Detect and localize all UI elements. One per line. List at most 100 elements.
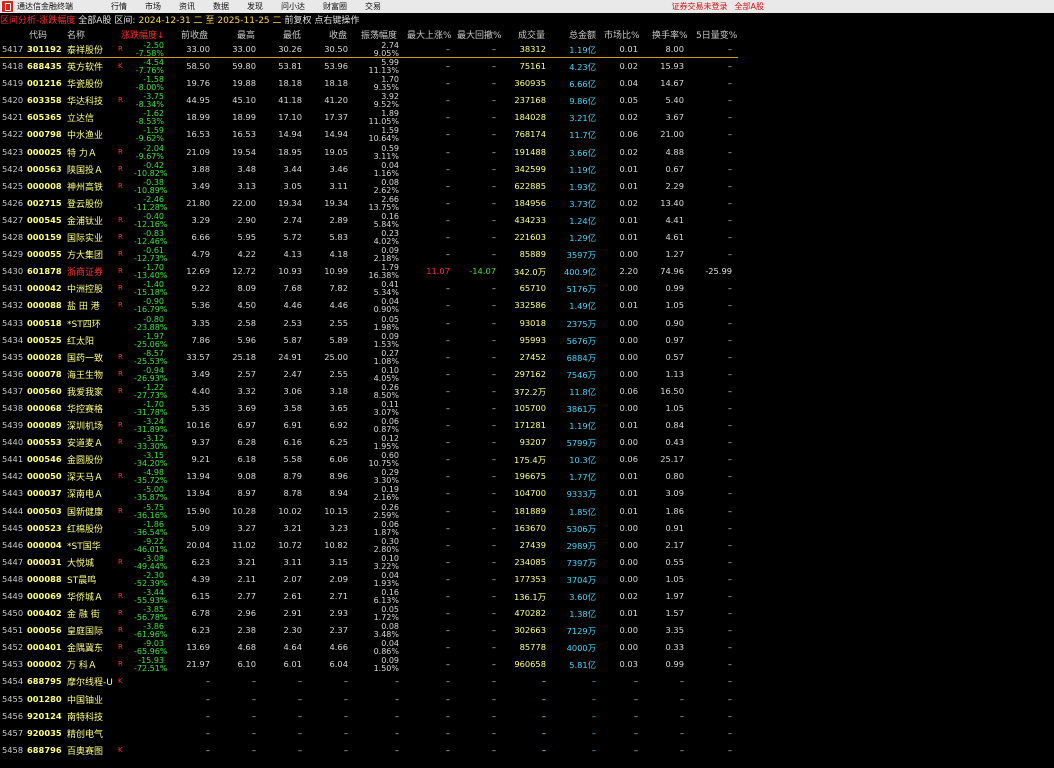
col-name[interactable]: 名称 <box>67 28 85 41</box>
table-row[interactable]: 5436 000078 海王生物 R 3.49 2.57 2.47 2.55 – – 297162 7… <box>0 366 738 383</box>
col-amount[interactable]: 总金额 <box>569 28 596 41</box>
close-price: 5.83 <box>329 232 348 243</box>
col-turnover[interactable]: 换手率% <box>652 28 688 41</box>
stock-name: 海王生物 <box>67 370 104 381</box>
low-price: 53.81 <box>278 61 302 72</box>
prev-close: 7.86 <box>191 334 210 345</box>
stock-flag: R <box>118 660 123 669</box>
analysis-date-range[interactable]: 2024-12-31 二 至 2025-11-25 二 <box>138 13 281 26</box>
table-row[interactable]: 5448 000088 ST晨鸣 4.39 2.11 2.07 2.09 – – 177353 37… <box>0 571 738 588</box>
amount: 1.77亿 <box>569 472 596 483</box>
high-price: 6.18 <box>237 454 256 465</box>
table-row[interactable]: 5422 000798 中水渔业 16.53 16.53 14.94 14.94 – – 7681… <box>0 126 738 143</box>
table-row[interactable]: 5427 000545 金浦钛业 R 3.29 2.90 2.74 2.89 – – 434233 1… <box>0 212 738 229</box>
table-row[interactable]: 5425 000008 神州高铁 R 3.49 3.13 3.05 3.11 – – 622885 1… <box>0 178 738 195</box>
col-max-rise[interactable]: 最大上涨% <box>407 28 452 41</box>
close-price: 6.92 <box>329 420 348 431</box>
col-high[interactable]: 最高 <box>237 28 255 41</box>
table-row[interactable]: 5441 000546 金圆股份 9.21 6.18 5.58 6.06 – – 175.4万 10… <box>0 451 738 468</box>
col-market-ratio[interactable]: 市场比% <box>604 28 640 41</box>
menu-item-news[interactable]: 资讯 <box>179 1 195 12</box>
table-row[interactable]: 5452 000401 金隅冀东 R 13.69 4.68 4.64 4.66 – – 85778 4… <box>0 639 738 656</box>
table-row[interactable]: 5458 688796 百奥赛图 K – – – – – – – – – – – – <box>0 742 738 759</box>
table-row[interactable]: 5454 688795 摩尔线程-U K – – – – – – – – – – – – <box>0 673 738 690</box>
volume-change: – <box>727 608 732 619</box>
table-row[interactable]: 5428 000159 国际实业 R 6.66 5.95 5.72 5.83 – – 221603 1… <box>0 229 738 246</box>
table-row[interactable]: 5457 920035 精创电气 – – – – – – – – – – – – <box>0 725 738 742</box>
table-row[interactable]: 5453 000002 万 科Ａ R 21.97 6.10 6.01 6.04 – – 960658… <box>0 656 738 673</box>
table-row[interactable]: 5450 000402 金 融 街 R 6.78 2.96 2.91 2.93 – – 470282… <box>0 605 738 622</box>
table-row[interactable]: 5419 001216 华瓷股份 19.76 19.88 18.18 18.18 – – 3609… <box>0 75 738 92</box>
amplitude-percent: 4.05% <box>373 373 399 383</box>
menu-item-market[interactable]: 市场 <box>145 1 161 12</box>
table-row[interactable]: 5433 000518 *ST四环 3.35 2.58 2.53 2.55 – – 93018 23… <box>0 315 738 332</box>
col-change[interactable]: 涨跌幅度↓ <box>121 28 165 41</box>
table-row[interactable]: 5430 601878 浙商证券 R 12.69 12.72 10.93 10.99 11.07… <box>0 263 738 280</box>
amplitude-percent: 0.86% <box>373 647 399 657</box>
max-drawdown: – <box>491 608 496 619</box>
max-rise: – <box>445 78 450 89</box>
low-price: – <box>297 744 302 755</box>
table-row[interactable]: 5437 000560 我爱我家 R 4.40 3.32 3.06 3.18 – – 372.2万 1… <box>0 383 738 400</box>
table-row[interactable]: 5426 002715 登云股份 21.80 22.00 19.34 19.34 – – 1849… <box>0 195 738 212</box>
table-row[interactable]: 5440 000553 安道麦Ａ R 9.37 6.28 6.16 6.25 – – 93207 57… <box>0 434 738 451</box>
menu-item-trade[interactable]: 交易 <box>365 1 381 12</box>
close-price: 3.65 <box>329 402 348 413</box>
amount: 7129万 <box>566 626 596 637</box>
stock-code: 000078 <box>27 368 62 379</box>
menu-item-quotes[interactable]: 行情 <box>111 1 127 12</box>
table-row[interactable]: 5420 603358 华达科技 R 44.95 45.10 41.18 41.20 – – 237… <box>0 92 738 109</box>
col-volume[interactable]: 成交量 <box>518 28 545 41</box>
table-row[interactable]: 5423 000025 特 力Ａ R 21.09 19.54 18.95 19.05 – – 191… <box>0 144 738 161</box>
prev-close: 4.39 <box>191 573 210 584</box>
table-row[interactable]: 5445 000523 红棉股份 5.09 3.27 3.21 3.23 – – 163670 53… <box>0 520 738 537</box>
table-row[interactable]: 5435 000028 国药一致 R 33.57 25.18 24.91 25.00 – – 274… <box>0 349 738 366</box>
table-row[interactable]: 5424 000563 陕国投Ａ R 3.88 3.48 3.44 3.46 – – 342599 1… <box>0 161 738 178</box>
menu-item-ask[interactable]: 问小达 <box>281 1 305 12</box>
table-row[interactable]: 5438 000068 华控赛格 5.35 3.69 3.58 3.65 – – 105700 38… <box>0 400 738 417</box>
table-row[interactable]: 5449 000069 华侨城Ａ R 6.15 2.77 2.61 2.71 – – 136.1万 3… <box>0 588 738 605</box>
trade-login-link[interactable]: 证券交易未登录 <box>672 1 728 12</box>
table-row[interactable]: 5418 688435 英方软件 K 58.50 59.80 53.81 53.96 – – 751… <box>0 58 738 75</box>
table-row[interactable]: 5429 000055 方大集团 R 4.79 4.22 4.13 4.18 – – 85889 35… <box>0 246 738 263</box>
table-row[interactable]: 5443 000037 深南电Ａ 13.94 8.97 8.78 8.94 – – 104700 9… <box>0 485 738 502</box>
menu-item-discover[interactable]: 发现 <box>247 1 263 12</box>
table-row[interactable]: 5442 000050 深天马Ａ R 13.94 9.08 8.79 8.96 – – 196675… <box>0 468 738 485</box>
change-percent: -31.89% <box>134 425 168 435</box>
col-max-drawdown[interactable]: 最大回撤% <box>457 28 502 41</box>
volume: 136.1万 <box>513 592 546 602</box>
stock-code: 001216 <box>27 78 62 89</box>
col-5d-volume-change[interactable]: 5日量变% <box>696 28 737 41</box>
menu-item-wealth[interactable]: 财富圈 <box>323 1 347 12</box>
low-price: – <box>297 676 302 687</box>
col-prev-close[interactable]: 前收盘 <box>181 28 208 41</box>
table-row[interactable]: 5444 000503 国新健康 R 15.90 10.28 10.02 10.15 – – 181… <box>0 503 738 520</box>
max-rise: – <box>445 556 450 567</box>
table-row[interactable]: 5447 000031 大悦城 R 6.23 3.21 3.11 3.15 – – 234085 73… <box>0 554 738 571</box>
row-seq: 5436 <box>2 368 24 379</box>
max-rise: – <box>445 232 450 243</box>
change-percent: -55.93% <box>134 596 168 605</box>
amount: 4000万 <box>566 643 596 654</box>
max-rise: – <box>445 44 450 54</box>
turnover: 3.09 <box>665 488 684 499</box>
col-low[interactable]: 最低 <box>283 28 301 41</box>
change-cell: -5.00 -35.87% <box>134 486 167 502</box>
col-close[interactable]: 收盘 <box>329 28 347 41</box>
table-row[interactable]: 5432 000088 盐 田 港 R 5.36 4.50 4.46 4.46 – – 332586… <box>0 297 738 314</box>
table-row[interactable]: 5434 000525 红太阳 7.86 5.96 5.87 5.89 – – 95993 5676… <box>0 332 738 349</box>
table-row[interactable]: 5431 000042 中洲控股 R 9.22 8.09 7.68 7.82 – – 65710 51… <box>0 280 738 297</box>
high-price: 3.21 <box>237 556 256 567</box>
table-row[interactable]: 5439 000089 深圳机场 R 10.16 6.97 6.91 6.92 – – 171281… <box>0 417 738 434</box>
col-amplitude[interactable]: 振荡幅度 <box>361 28 397 41</box>
table-row[interactable]: 5446 000004 *ST国华 20.04 11.02 10.72 10.82 – – 274… <box>0 537 738 554</box>
table-row[interactable]: 5455 001280 中国铀业 – – – – – – – – – – – – <box>0 691 738 708</box>
col-code[interactable]: 代码 <box>29 28 47 41</box>
table-row[interactable]: 5456 920124 南特科技 – – – – – – – – – – – – <box>0 708 738 725</box>
market-selector-link[interactable]: 全部A股 <box>735 1 764 12</box>
stock-code: 000068 <box>27 402 62 413</box>
table-row[interactable]: 5421 605365 立达信 18.99 18.99 17.10 17.37 – – 18402… <box>0 109 738 126</box>
table-row[interactable]: 5417 301192 泰祥股份 R 33.00 33.00 30.26 30.50 – – 383… <box>0 41 738 59</box>
menu-item-data[interactable]: 数据 <box>213 1 229 12</box>
table-row[interactable]: 5451 000056 皇庭国际 R 6.23 2.38 2.30 2.37 – – 302663 7… <box>0 622 738 639</box>
